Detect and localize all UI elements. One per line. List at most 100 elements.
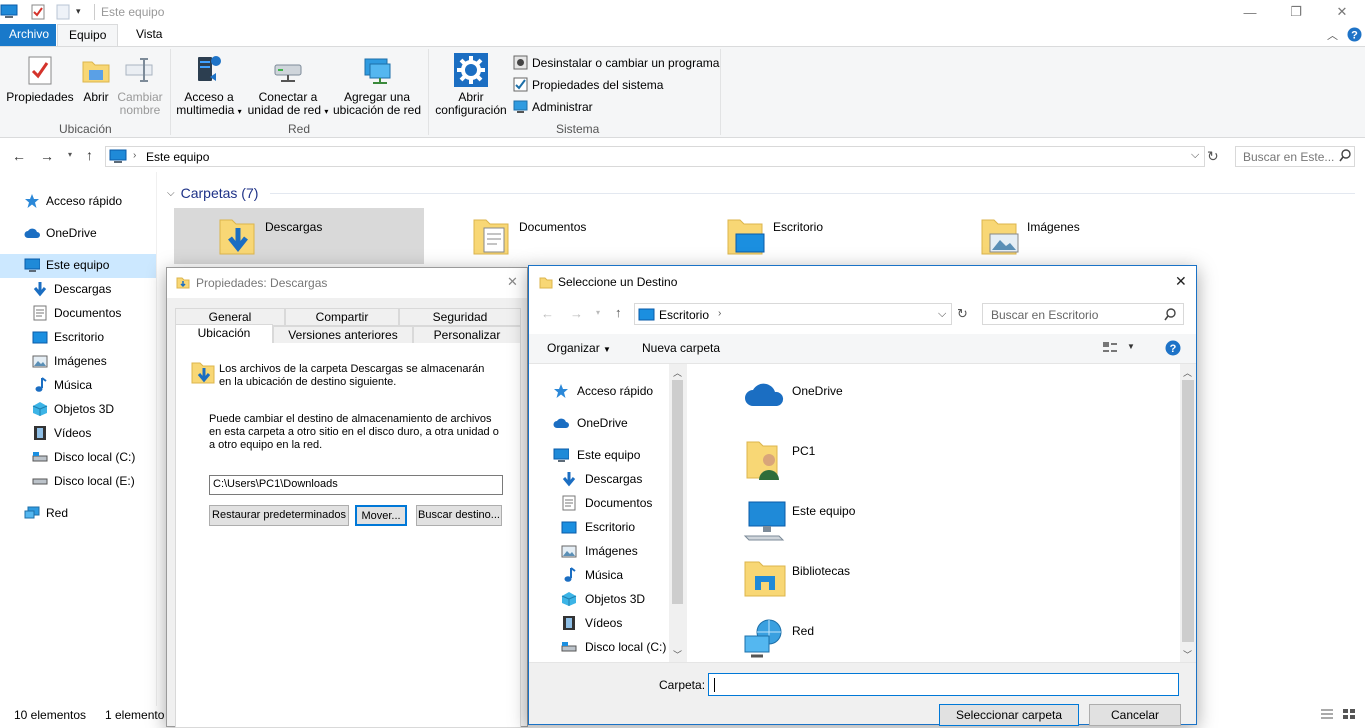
tab-seguridad[interactable]: Seguridad <box>399 308 521 326</box>
recent-dropdown-icon[interactable]: ▾ <box>68 150 72 159</box>
maximize-button[interactable]: ❐ <box>1273 0 1319 24</box>
nav-item-disco-c[interactable]: Disco local (C:) <box>32 446 135 468</box>
new-folder-icon[interactable] <box>56 4 70 20</box>
folder-tile-descargas[interactable]: Descargas <box>174 208 424 264</box>
tab-versiones-anteriores[interactable]: Versiones anteriores <box>273 326 413 344</box>
nav-item-descargas[interactable]: Descargas <box>32 278 111 300</box>
dialog-nav-onedrive[interactable]: OneDrive <box>553 412 628 434</box>
scroll-down-icon[interactable]: ﹀ <box>673 648 682 661</box>
desinstalar-button[interactable]: Desinstalar o cambiar un programa <box>513 55 719 70</box>
nav-item-documentos[interactable]: Documentos <box>32 302 121 324</box>
tiles-view-icon[interactable] <box>1342 708 1356 720</box>
dialog-nav-descargas[interactable]: Descargas <box>561 468 642 490</box>
move-button[interactable]: Mover... <box>355 505 407 526</box>
scrollbar-thumb[interactable] <box>1182 380 1194 642</box>
find-target-button[interactable]: Buscar destino... <box>416 505 502 526</box>
propiedades-button[interactable]: Propiedades <box>6 53 74 104</box>
dialog-nav-videos[interactable]: Vídeos <box>561 612 622 634</box>
location-path-input[interactable]: C:\Users\PC1\Downloads <box>209 475 503 495</box>
dialog-search-input[interactable]: Buscar en Escritorio <box>982 303 1184 325</box>
tab-ubicacion[interactable]: Ubicación <box>175 324 273 344</box>
forward-icon[interactable]: → <box>570 306 583 321</box>
minimize-button[interactable]: — <box>1227 0 1273 24</box>
section-header-carpetas[interactable]: ⌵ Carpetas (7) <box>167 185 258 201</box>
address-field[interactable]: › Este equipo ⌵ <box>105 146 1205 167</box>
search-input[interactable]: Buscar en Este... <box>1235 146 1355 167</box>
nav-item-objetos-3d[interactable]: Objetos 3D <box>32 398 114 420</box>
refresh-icon[interactable]: ↻ <box>1207 148 1219 165</box>
dialog-nav-acceso-rapido[interactable]: Acceso rápido <box>553 380 653 402</box>
organize-button[interactable]: Organizar ▼ <box>547 341 611 355</box>
dialog-nav-imagenes[interactable]: Imágenes <box>561 540 638 562</box>
nav-item-disco-e[interactable]: Disco local (E:) <box>32 470 135 492</box>
nav-item-este-equipo[interactable]: Este equipo <box>24 254 109 276</box>
nav-item-onedrive[interactable]: OneDrive <box>24 222 97 244</box>
tab-archivo[interactable]: Archivo <box>0 24 56 46</box>
dialog-address-field[interactable]: Escritorio › ⌵ <box>634 303 952 325</box>
folder-tile-imagenes[interactable]: Imágenes <box>936 208 1186 264</box>
recent-dropdown-icon[interactable]: ▾ <box>596 308 600 317</box>
abrir-configuracion-button[interactable]: Abrir configuración <box>434 53 508 117</box>
new-folder-button[interactable]: Nueva carpeta <box>642 341 720 355</box>
tab-personalizar[interactable]: Personalizar <box>413 326 521 344</box>
scroll-up-icon[interactable]: ︿ <box>673 366 682 379</box>
select-folder-button[interactable]: Seleccionar carpeta <box>939 704 1079 726</box>
nav-item-escritorio[interactable]: Escritorio <box>32 326 104 348</box>
nav-item-acceso-rapido[interactable]: Acceso rápido <box>24 190 122 212</box>
cambiar-nombre-button[interactable]: Cambiar nombre <box>116 53 164 117</box>
nav-item-red[interactable]: Red <box>24 502 68 524</box>
back-icon[interactable]: ← <box>541 306 554 321</box>
dialog-nav-objetos-3d[interactable]: Objetos 3D <box>561 588 645 610</box>
chevron-down-icon[interactable]: ⌵ <box>938 308 946 321</box>
nav-scrollbar[interactable]: ︿ ﹀ <box>669 364 686 662</box>
help-icon[interactable]: ? <box>1165 340 1181 356</box>
restore-defaults-button[interactable]: Restaurar predeterminados <box>209 505 349 526</box>
dest-item-pc1[interactable]: PC1 <box>743 438 815 482</box>
folder-tile-escritorio[interactable]: Escritorio <box>682 208 932 264</box>
close-icon[interactable]: ✕ <box>507 274 518 290</box>
tab-compartir[interactable]: Compartir <box>285 308 399 326</box>
forward-icon[interactable]: → <box>40 148 54 164</box>
conectar-unidad-button[interactable]: Conectar a unidad de red ▾ <box>246 53 330 118</box>
dialog-nav-disco-c[interactable]: Disco local (C:) <box>561 636 666 658</box>
dialog-nav-este-equipo[interactable]: Este equipo <box>553 444 640 466</box>
acceso-multimedia-button[interactable]: Acceso a multimedia ▾ <box>176 53 242 118</box>
nav-item-musica[interactable]: Música <box>32 374 92 396</box>
content-scrollbar[interactable]: ︿ ﹀ <box>1180 364 1196 662</box>
up-icon[interactable]: ↑ <box>615 305 622 320</box>
scroll-down-icon[interactable]: ﹀ <box>1183 648 1192 661</box>
properties-icon[interactable] <box>30 3 46 21</box>
tab-vista[interactable]: Vista <box>125 24 173 46</box>
help-icon[interactable]: ? <box>1347 27 1362 42</box>
details-view-icon[interactable] <box>1320 708 1334 720</box>
dropdown-icon[interactable]: ▾ <box>76 6 81 17</box>
dialog-nav-escritorio[interactable]: Escritorio <box>561 516 635 538</box>
back-icon[interactable]: ← <box>12 148 26 164</box>
dialog-address-path[interactable]: Escritorio <box>659 308 709 322</box>
scrollbar-thumb[interactable] <box>672 380 683 604</box>
dialog-nav-documentos[interactable]: Documentos <box>561 492 652 514</box>
view-options-icon[interactable] <box>1102 341 1118 355</box>
nav-item-imagenes[interactable]: Imágenes <box>32 350 107 372</box>
folder-tile-documentos[interactable]: Documentos <box>428 208 678 264</box>
up-icon[interactable]: ↑ <box>86 147 93 163</box>
close-icon[interactable]: ✕ <box>1175 273 1187 290</box>
scroll-up-icon[interactable]: ︿ <box>1183 366 1192 379</box>
dest-item-onedrive[interactable]: OneDrive <box>743 378 843 408</box>
collapse-ribbon-icon[interactable]: ︿ <box>1327 27 1338 43</box>
dialog-nav-musica[interactable]: Música <box>561 564 623 586</box>
dest-item-red[interactable]: Red <box>743 618 814 660</box>
abrir-button[interactable]: Abrir <box>78 53 114 104</box>
folder-name-input[interactable] <box>708 673 1179 696</box>
nav-item-videos[interactable]: Vídeos <box>32 422 91 444</box>
tab-equipo[interactable]: Equipo <box>57 24 119 47</box>
refresh-icon[interactable]: ↻ <box>957 306 968 322</box>
propiedades-sistema-button[interactable]: Propiedades del sistema <box>513 77 663 92</box>
view-dropdown-icon[interactable]: ▼ <box>1127 342 1135 351</box>
agregar-ubicacion-red-button[interactable]: Agregar una ubicación de red <box>332 53 422 117</box>
administrar-button[interactable]: Administrar <box>513 99 593 114</box>
dest-item-bibliotecas[interactable]: Bibliotecas <box>743 558 850 598</box>
cancel-button[interactable]: Cancelar <box>1089 704 1181 726</box>
close-button[interactable]: ✕ <box>1319 0 1365 24</box>
dest-item-este-equipo[interactable]: Este equipo <box>743 498 855 542</box>
